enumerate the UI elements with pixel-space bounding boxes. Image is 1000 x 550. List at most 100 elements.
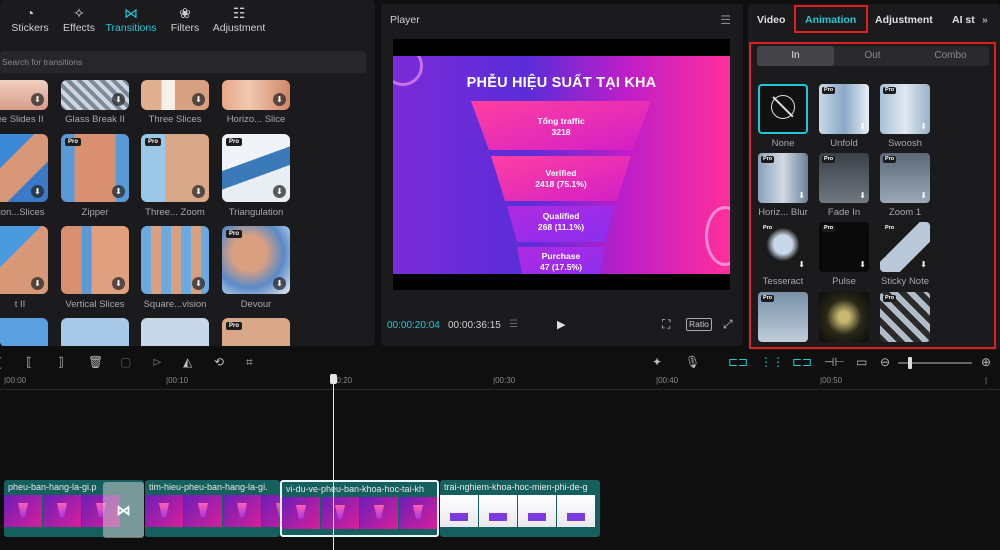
mic-icon[interactable]: 🎙 — [685, 355, 700, 369]
download-icon[interactable]: ⬇ — [112, 93, 125, 106]
transition-thumb[interactable]: Pro ⬇ — [222, 134, 290, 202]
animation-tesseract[interactable]: Pro ⬇ — [758, 222, 808, 272]
funnel-label-1: Tổng traffic 3218 — [511, 116, 611, 138]
download-icon[interactable]: ⬇ — [859, 260, 866, 269]
zoom-out-icon[interactable]: ⊖ — [880, 355, 890, 369]
tab-video[interactable]: Video — [757, 14, 785, 26]
download-icon[interactable]: ⬇ — [192, 277, 205, 290]
transition-thumb[interactable] — [0, 318, 48, 346]
timeline-ruler[interactable]: |00:00 |00:10 |00:20 |00:30 |00:40 |00:5… — [0, 374, 1000, 390]
download-icon[interactable]: ⬇ — [920, 191, 927, 200]
ratio-button[interactable]: Ratio — [686, 318, 712, 331]
playhead-handle[interactable] — [330, 374, 337, 384]
tab-ai-style[interactable]: AI st — [952, 14, 975, 26]
transition-thumb[interactable] — [61, 318, 129, 346]
delete-icon[interactable]: 🗑 — [88, 355, 103, 369]
tab-transitions[interactable]: ⋈ Transitions — [98, 0, 164, 40]
preview-icon[interactable]: ▭ — [856, 355, 867, 369]
transition-thumb[interactable]: Pro ⬇ — [61, 134, 129, 202]
split-icon[interactable]: ⟦ — [26, 355, 32, 369]
transition-thumb[interactable]: Pro ⬇ — [222, 226, 290, 294]
transition-thumb[interactable]: ⬇ — [0, 80, 48, 110]
transition-thumb[interactable]: ⬇ — [0, 226, 48, 294]
tab-adjustment[interactable]: ☷ Adjustment — [206, 0, 272, 40]
transition-thumb[interactable]: Pro ⬇ — [141, 134, 209, 202]
select-icon[interactable]: [ — [0, 355, 1, 369]
animation-label: None — [771, 138, 795, 149]
zoom-slider-handle[interactable] — [908, 357, 912, 369]
transition-thumb[interactable]: ⬇ — [141, 80, 209, 110]
menu-icon[interactable]: ☰ — [720, 13, 731, 27]
transition-thumb[interactable]: ⬇ — [0, 134, 48, 202]
play-icon[interactable]: ▶ — [557, 318, 565, 331]
download-icon[interactable]: ⬇ — [112, 277, 125, 290]
segment-out[interactable]: Out — [834, 46, 911, 66]
download-icon[interactable]: ⬇ — [859, 191, 866, 200]
animation-fade-in[interactable]: Pro ⬇ — [819, 153, 869, 203]
fullscreen-crop-icon[interactable]: ⛶ — [662, 317, 670, 332]
download-icon[interactable]: ⬇ — [798, 260, 805, 269]
selected-timeline-clip[interactable]: vi-du-ve-pheu-ban-khoa-hoc-tai-kh — [280, 480, 439, 537]
auto-snap-icon[interactable]: ⋮⋮ — [760, 355, 784, 369]
download-icon[interactable]: ⬇ — [31, 185, 44, 198]
split-right-icon[interactable]: ⟧ — [58, 355, 64, 369]
download-icon[interactable]: ⬇ — [273, 93, 286, 106]
waveform-icon[interactable]: ☰ — [509, 319, 518, 330]
transition-thumb[interactable]: ⬇ — [141, 226, 209, 294]
animation-zoom-1[interactable]: Pro ⬇ — [880, 153, 930, 203]
crop-icon[interactable]: ⌗ — [246, 355, 253, 370]
pro-badge: Pro — [883, 87, 897, 94]
download-icon[interactable]: ⬇ — [920, 122, 927, 131]
download-icon[interactable]: ⬇ — [920, 260, 927, 269]
animation-label: Sticky Note — [880, 276, 930, 287]
mirror-icon[interactable]: ◭ — [183, 355, 192, 369]
download-icon[interactable]: ⬇ — [112, 185, 125, 198]
playhead[interactable] — [330, 374, 337, 550]
bowtie-transition-icon[interactable]: ⋈ — [103, 482, 144, 538]
zoom-in-icon[interactable]: ⊕ — [981, 355, 991, 369]
transition-thumb[interactable]: Pro — [222, 318, 290, 346]
rotate-icon[interactable]: ⟲ — [214, 355, 224, 369]
download-icon[interactable]: ⬇ — [859, 122, 866, 131]
download-icon[interactable]: ⬇ — [31, 277, 44, 290]
split-view-icon[interactable]: ⊣⊢ — [824, 355, 845, 369]
animation-unfold[interactable]: Pro ⬇ — [819, 84, 869, 134]
expand-icon[interactable]: ⤢ — [723, 317, 733, 332]
link-icon[interactable]: ⊏⊐ — [792, 355, 812, 369]
animation-horiz-blur[interactable]: Pro ⬇ — [758, 153, 808, 203]
download-icon[interactable]: ⬇ — [273, 185, 286, 198]
segment-combo[interactable]: Combo — [912, 46, 989, 66]
download-icon[interactable]: ⬇ — [31, 93, 44, 106]
timeline-clip[interactable]: trai-nghiem-khoa-hoc-mien-phi-de-g — [440, 480, 600, 537]
double-chevron-right-icon[interactable]: » — [982, 14, 988, 26]
video-preview[interactable]: PHỄU HIỆU SUẤT TẠI KHA Tổng traffic 3218… — [393, 39, 730, 290]
tab-stickers[interactable]: ◔ Stickers — [0, 0, 60, 40]
tab-filters[interactable]: ❀ Filters — [164, 0, 206, 40]
reverse-icon[interactable]: ⊳ — [152, 355, 162, 369]
animation-sticky-note[interactable]: Pro ⬇ — [880, 222, 930, 272]
animation-pulse[interactable]: Pro ⬇ — [819, 222, 869, 272]
transition-thumb[interactable]: ⬇ — [61, 226, 129, 294]
search-input[interactable]: Search for transitions — [0, 51, 366, 73]
timeline-clip[interactable]: tim-hieu-pheu-ban-hang-la-gi. — [145, 480, 280, 537]
transition-thumb[interactable] — [141, 318, 209, 346]
animation-item[interactable] — [819, 292, 869, 342]
download-icon[interactable]: ⬇ — [192, 93, 205, 106]
transition-thumb[interactable]: ⬇ — [61, 80, 129, 110]
tab-effects[interactable]: ✧ Effects — [60, 0, 98, 40]
download-icon[interactable]: ⬇ — [192, 185, 205, 198]
pro-badge: Pro — [822, 156, 836, 163]
animation-none[interactable] — [758, 84, 808, 134]
freeze-icon[interactable]: ▢ — [120, 355, 131, 369]
transition-thumb[interactable]: ⬇ — [222, 80, 290, 110]
animation-item[interactable]: Pro — [880, 292, 930, 342]
animation-item[interactable]: Pro — [758, 292, 808, 342]
magic-icon[interactable]: ✦ — [652, 355, 662, 369]
animation-swoosh[interactable]: Pro ⬇ — [880, 84, 930, 134]
main-track-magnet-icon[interactable]: ⊏⊐ — [728, 355, 748, 369]
tab-adjustment[interactable]: Adjustment — [875, 14, 933, 26]
download-icon[interactable]: ⬇ — [798, 191, 805, 200]
transition-label: Square...vision — [143, 299, 207, 310]
segment-in[interactable]: In — [757, 46, 834, 66]
download-icon[interactable]: ⬇ — [273, 277, 286, 290]
